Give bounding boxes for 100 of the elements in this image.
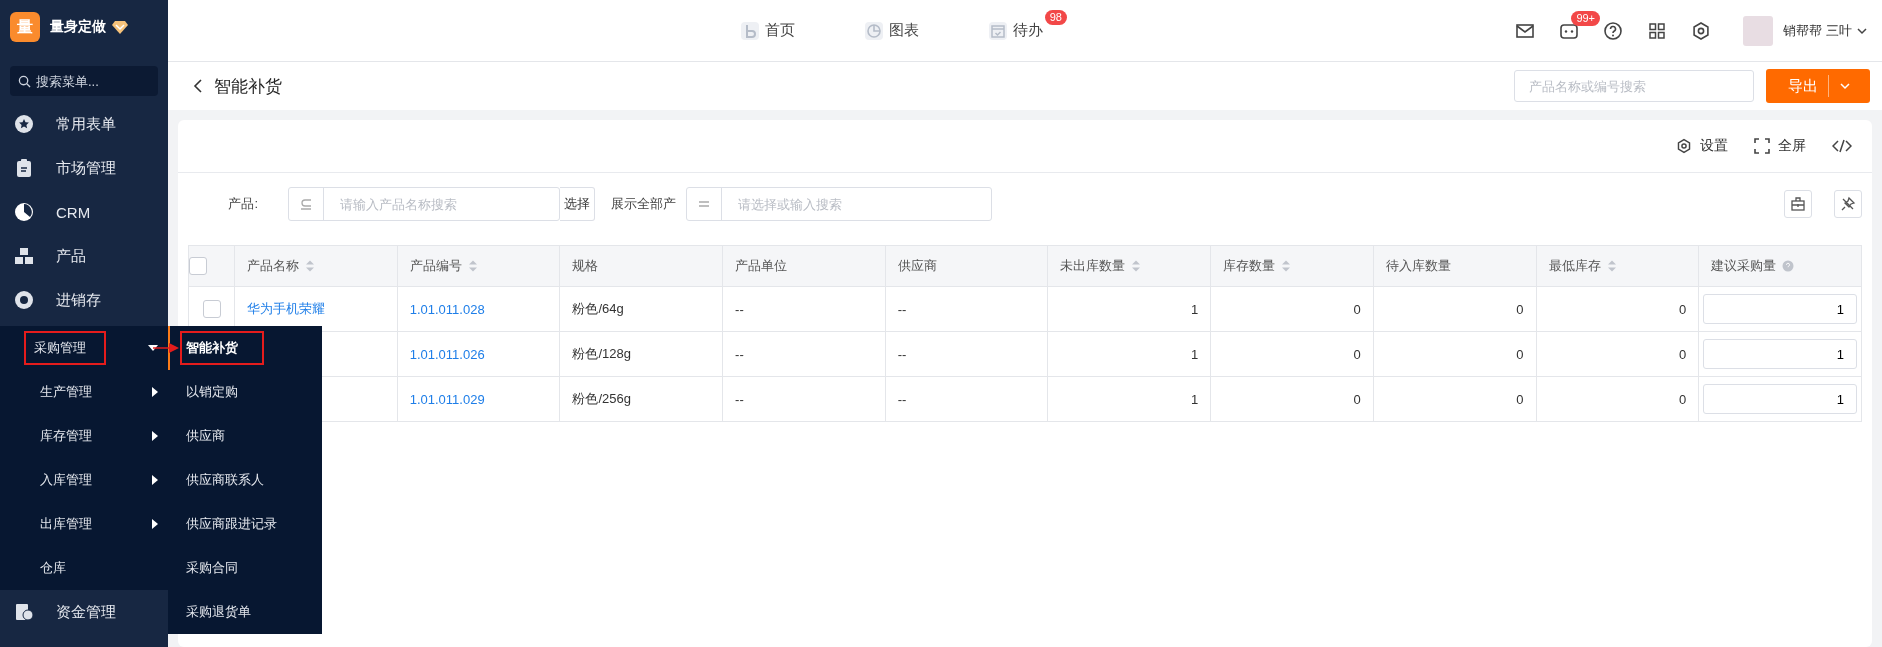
product-link[interactable]: 1.01.011.028 xyxy=(409,301,485,317)
briefcase-icon xyxy=(1790,196,1806,212)
quantity-field[interactable]: 1 xyxy=(1703,339,1857,369)
column-header[interactable]: 产品名称 xyxy=(234,245,398,287)
pin-icon xyxy=(1840,196,1856,212)
search-field[interactable]: 产品名称或编号搜索 xyxy=(1514,70,1754,102)
submenu-item[interactable]: 供应商 xyxy=(180,419,231,453)
column-header[interactable]: 规格 xyxy=(559,245,723,287)
grid-icon[interactable] xyxy=(1647,20,1668,41)
product-link[interactable]: 华为手机荣耀 xyxy=(247,301,325,316)
nav-tab[interactable]: 首页 xyxy=(740,21,795,40)
sidebar-item[interactable]: 产品 xyxy=(0,234,168,278)
submenu-item[interactable]: 供应商联系人 xyxy=(180,463,270,497)
table-cell: 粉色/256g xyxy=(572,391,631,406)
submenu-item[interactable]: 供应商跟进记录 xyxy=(180,507,283,541)
table-cell: -- xyxy=(735,301,744,317)
quantity-field[interactable]: 1 xyxy=(1703,384,1857,414)
cycle-icon xyxy=(14,290,34,310)
quantity-field[interactable]: 1 xyxy=(1703,294,1857,324)
settings-icon xyxy=(1676,138,1692,154)
submenu-item[interactable]: 采购合同 xyxy=(180,551,244,585)
product-filter-field[interactable]: 请输入产品名称搜索 xyxy=(288,187,560,221)
calendar-icon xyxy=(988,21,1007,40)
boxes-icon xyxy=(14,246,34,266)
filter-label: 展示全部产 xyxy=(611,195,676,213)
sidebar-item[interactable]: 进销存 xyxy=(0,278,168,322)
table-cell: -- xyxy=(735,346,744,362)
column-header[interactable]: 产品编号 xyxy=(397,245,560,287)
fullscreen-icon xyxy=(1754,138,1770,154)
product-link[interactable]: 1.01.011.026 xyxy=(409,346,485,362)
table-cell: 0 xyxy=(1516,391,1524,407)
menu-search-field[interactable]: 搜索菜单... xyxy=(10,66,158,96)
table-cell: -- xyxy=(897,391,907,407)
checkbox[interactable] xyxy=(202,300,221,318)
product-link[interactable]: 1.01.011.029 xyxy=(409,391,485,407)
pie-icon xyxy=(14,202,34,222)
sidebar-item[interactable]: 常用表单 xyxy=(0,102,168,146)
clipboard-icon xyxy=(14,158,34,178)
nav-tab[interactable]: 图表 xyxy=(864,21,919,40)
table-cell: 0 xyxy=(1678,301,1687,317)
count-badge: 98 xyxy=(1044,10,1067,25)
brand-logo: 量 xyxy=(10,12,40,42)
column-header[interactable]: 待入库数量 xyxy=(1373,245,1536,287)
table-cell: 粉色/64g xyxy=(572,301,624,316)
submenu-item[interactable]: 采购管理 xyxy=(24,331,106,365)
home-icon xyxy=(740,21,759,40)
submenu-item[interactable]: 智能补货 xyxy=(180,331,264,365)
settings-icon[interactable] xyxy=(1691,20,1712,41)
code-icon[interactable] xyxy=(1832,138,1852,154)
submenu-item[interactable]: 库存管理 xyxy=(34,419,98,453)
table-cell: 0 xyxy=(1678,346,1687,362)
table-cell: 1 xyxy=(1190,301,1199,317)
submenu-item[interactable]: 生产管理 xyxy=(34,375,98,409)
column-header[interactable]: 建议采购量 xyxy=(1698,245,1862,287)
page-title: 智能补货 xyxy=(214,75,282,98)
search-icon xyxy=(18,75,31,88)
user-name[interactable]: 销帮帮 三叶 xyxy=(1783,21,1852,40)
table-cell: 0 xyxy=(1516,301,1524,317)
column-header[interactable]: 最低库存 xyxy=(1536,245,1699,287)
table-cell: 1 xyxy=(1190,391,1199,407)
table-cell: 1 xyxy=(1190,346,1199,362)
toolbar-button[interactable]: 全屏 xyxy=(1754,137,1806,155)
column-header[interactable]: 未出库数量 xyxy=(1047,245,1211,287)
submenu-item[interactable]: 采购退货单 xyxy=(180,595,257,629)
money-icon xyxy=(14,602,34,622)
submenu-item[interactable]: 入库管理 xyxy=(34,463,98,497)
table-cell: 0 xyxy=(1353,346,1361,362)
subset-icon xyxy=(299,197,313,211)
help-icon[interactable] xyxy=(1603,20,1624,41)
table-cell: -- xyxy=(897,346,907,362)
checkbox[interactable] xyxy=(189,257,207,275)
column-header[interactable]: 库存数量 xyxy=(1210,245,1374,287)
sidebar-item[interactable]: 市场管理 xyxy=(0,146,168,190)
back-icon[interactable] xyxy=(192,78,204,94)
toolbar-button[interactable]: 设置 xyxy=(1676,137,1728,155)
nav-tab[interactable]: 待办 xyxy=(988,21,1043,40)
annotation-arrow xyxy=(153,342,179,354)
table-cell: 粉色/128g xyxy=(572,346,631,361)
table-cell: 0 xyxy=(1353,391,1361,407)
count-badge: 99+ xyxy=(1571,10,1601,26)
table-cell: 0 xyxy=(1678,391,1687,407)
table-cell: -- xyxy=(897,301,907,317)
submenu-item[interactable]: 出库管理 xyxy=(34,507,98,541)
department-select-field[interactable]: 请选择或输入搜索 xyxy=(722,188,991,220)
product-search-field[interactable]: 请输入产品名称搜索 xyxy=(324,188,559,220)
submenu-item[interactable]: 以销定购 xyxy=(180,375,244,409)
chart-icon xyxy=(864,21,883,40)
table-cell: -- xyxy=(735,391,744,407)
submenu-item[interactable]: 仓库 xyxy=(34,551,72,585)
sidebar-item[interactable]: CRM xyxy=(0,190,168,234)
column-header[interactable]: 供应商 xyxy=(885,245,1048,287)
sidebar-item[interactable]: 资金管理 xyxy=(0,590,168,634)
select-button[interactable]: 选择 xyxy=(560,187,595,221)
diamond-icon xyxy=(112,20,128,34)
table-cell: 0 xyxy=(1353,301,1361,317)
toolbox-button[interactable] xyxy=(1784,190,1812,218)
filter-label: 产品: xyxy=(227,195,258,213)
department-filter-field[interactable]: 请选择或输入搜索 xyxy=(686,187,992,221)
column-header[interactable]: 产品单位 xyxy=(722,245,886,287)
pin-button[interactable] xyxy=(1834,190,1862,218)
